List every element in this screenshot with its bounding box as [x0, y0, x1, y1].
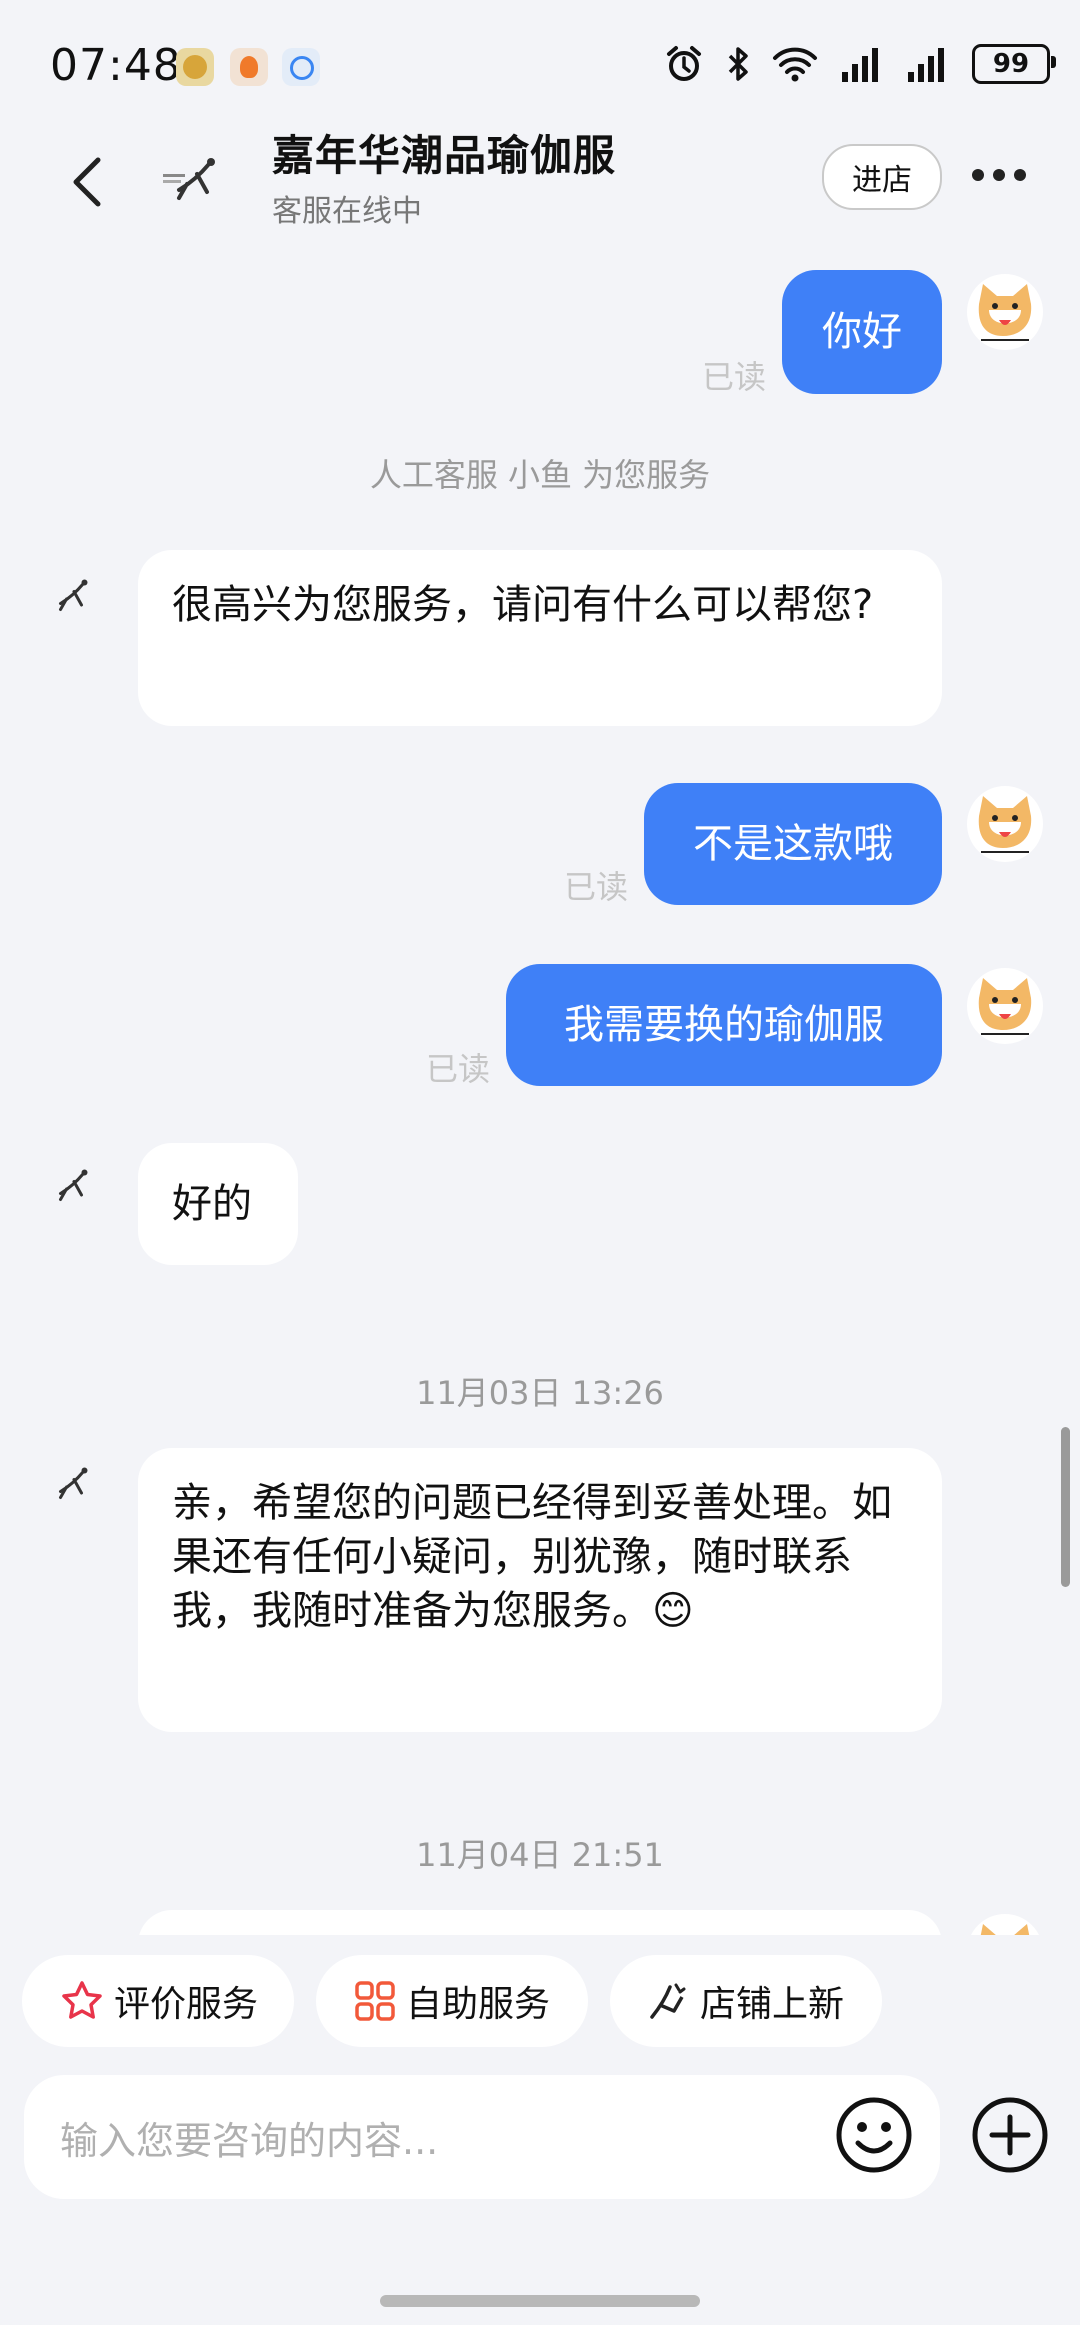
- self-service-button[interactable]: 自助服务: [316, 1955, 588, 2047]
- bluetooth-icon: [728, 47, 748, 81]
- user-avatar[interactable]: [967, 968, 1043, 1044]
- input-bar: 输入您要咨询的内容...: [0, 2075, 1080, 2200]
- shop-message-bubble[interactable]: 好的: [138, 1143, 298, 1265]
- read-receipt: 已读: [702, 358, 767, 396]
- chat-area[interactable]: 你好 已读 人工客服 小鱼 为您服务 很高兴为您服务，请问有什么可以帮您? 不是…: [0, 250, 1080, 1935]
- message-text: 你好: [822, 309, 902, 355]
- timestamp: 11月03日 13:26: [416, 1374, 664, 1412]
- back-arrow-icon[interactable]: [60, 152, 120, 212]
- shop-logo[interactable]: [155, 130, 239, 230]
- shop-message-bubble[interactable]: 亲，希望您的问题已经得到妥善处理。如果还有任何小疑问，别犹豫，随时联系我，我随时…: [138, 1448, 942, 1732]
- status-time: 07:48: [50, 40, 182, 91]
- cat-avatar-icon: [978, 284, 1032, 341]
- message-text: 亲，希望您的问题已经得到妥善处理。如果还有任何小疑问，别犹豫，随时联系我，我随时…: [172, 1480, 892, 1634]
- star-icon: [62, 1981, 102, 2019]
- new-arrivals-button[interactable]: 店铺上新: [610, 1955, 882, 2047]
- chat-header: 嘉年华潮品瑜伽服 客服在线中 进店: [0, 130, 1080, 250]
- add-icon[interactable]: [970, 2095, 1050, 2175]
- shop-logo-icon: [163, 158, 215, 200]
- cat-avatar-icon: [980, 1924, 1030, 1935]
- scrollbar[interactable]: [1061, 1427, 1070, 1587]
- chip-label: 自助服务: [406, 1984, 551, 2025]
- shop-logo-icon: [59, 579, 88, 611]
- cat-avatar-icon: [978, 796, 1032, 853]
- my-message-bubble[interactable]: 不是这款哦: [644, 783, 942, 905]
- battery-indicator: 99: [972, 44, 1056, 84]
- chip-label: 评价服务: [114, 1984, 259, 2025]
- shop-avatar[interactable]: [38, 560, 110, 632]
- home-indicator[interactable]: [380, 2295, 700, 2307]
- timestamp: 11月04日 21:51: [416, 1836, 664, 1874]
- read-receipt: 已读: [426, 1050, 491, 1088]
- input-placeholder: 输入您要咨询的内容...: [60, 2118, 439, 2163]
- message-text: 不是这款哦: [693, 821, 893, 867]
- notification-app-icon: [230, 48, 268, 86]
- message-input[interactable]: 输入您要咨询的内容...: [24, 2075, 940, 2199]
- system-icons: 99: [664, 42, 1056, 86]
- shop-message-bubble[interactable]: [138, 1910, 942, 1935]
- status-bar: 07:48 99: [0, 0, 1080, 130]
- message-text: 很高兴为您服务，请问有什么可以帮您?: [172, 582, 874, 628]
- notification-app-icon: [176, 48, 214, 86]
- shop-logo-icon: [59, 1467, 88, 1499]
- shop-message-bubble[interactable]: 很高兴为您服务，请问有什么可以帮您?: [138, 550, 942, 726]
- user-avatar[interactable]: [967, 786, 1043, 862]
- shop-title: 嘉年华潮品瑜伽服: [272, 131, 617, 180]
- user-avatar[interactable]: [967, 274, 1043, 350]
- signal-icon: [908, 48, 944, 82]
- service-status: 客服在线中: [272, 194, 422, 229]
- grid-icon: [355, 1981, 395, 2021]
- service-agent-note: 人工客服 小鱼 为您服务: [369, 456, 711, 494]
- rate-service-button[interactable]: 评价服务: [22, 1955, 294, 2047]
- chip-label: 店铺上新: [700, 1984, 845, 2025]
- more-options-icon[interactable]: [972, 160, 1034, 190]
- message-text: 我需要换的瑜伽服: [564, 1002, 884, 1048]
- shop-logo-icon: [59, 1169, 88, 1201]
- notification-app-icon: [282, 48, 320, 86]
- wifi-icon: [773, 47, 817, 82]
- battery-level: 99: [992, 49, 1030, 79]
- cat-avatar-icon: [978, 978, 1032, 1035]
- message-text: 好的: [172, 1181, 252, 1227]
- shop-avatar[interactable]: [38, 1448, 110, 1520]
- shop-avatar[interactable]: [38, 1150, 110, 1222]
- quick-actions-bar: 评价服务 自助服务 店铺上新: [0, 1955, 1080, 2051]
- new-arrivals-icon: [650, 1983, 686, 2019]
- alarm-icon: [667, 46, 701, 81]
- read-receipt: 已读: [564, 868, 629, 906]
- my-message-bubble[interactable]: 我需要换的瑜伽服: [506, 964, 942, 1086]
- emoji-icon[interactable]: [834, 2095, 914, 2175]
- user-avatar[interactable]: [967, 1914, 1043, 1935]
- signal-icon: [842, 48, 878, 82]
- my-message-bubble[interactable]: 你好: [782, 270, 942, 394]
- enter-shop-button[interactable]: 进店: [822, 144, 942, 210]
